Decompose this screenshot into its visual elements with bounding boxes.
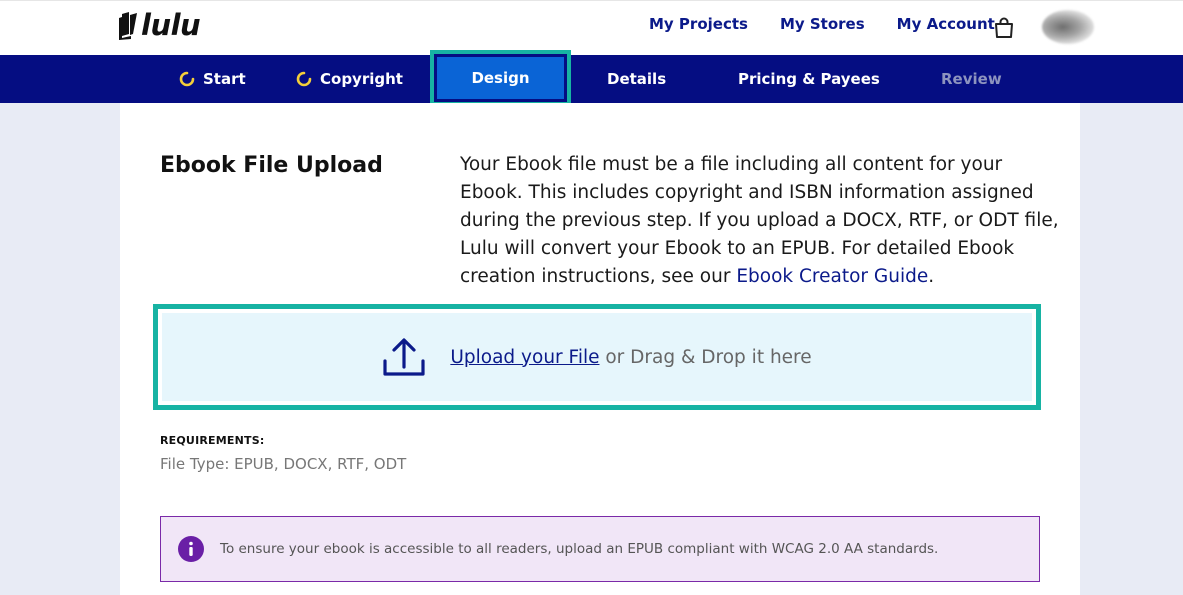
step-copyright[interactable]: Copyright <box>296 55 403 103</box>
requirements-label: REQUIREMENTS: <box>160 434 265 447</box>
upload-icon <box>383 338 425 376</box>
step-design[interactable]: Design <box>437 57 564 99</box>
top-nav: My Projects My Stores My Account <box>649 15 1027 33</box>
dropzone-text: Upload your File or Drag & Drop it here <box>450 347 811 368</box>
description-end: . <box>928 266 935 287</box>
step-label: Review <box>941 70 1002 88</box>
file-dropzone[interactable]: Upload your File or Drag & Drop it here <box>162 313 1032 401</box>
step-label: Pricing & Payees <box>738 70 880 88</box>
nav-my-account[interactable]: My Account <box>897 15 995 33</box>
step-review: Review <box>941 55 1002 103</box>
in-progress-icon <box>179 71 195 87</box>
shopping-bag-icon[interactable] <box>992 16 1016 40</box>
lulu-logo[interactable]: lulu <box>118 8 201 42</box>
ebook-creator-guide-link[interactable]: Ebook Creator Guide <box>736 266 928 287</box>
logo-text: lulu <box>141 8 201 42</box>
nav-my-projects[interactable]: My Projects <box>649 15 748 33</box>
step-design-highlight: Design <box>430 50 571 106</box>
accessibility-info-banner: To ensure your ebook is accessible to al… <box>160 516 1040 582</box>
step-start[interactable]: Start <box>179 55 246 103</box>
section-title: Ebook File Upload <box>160 153 383 178</box>
step-label: Design <box>471 69 530 87</box>
main-card: Ebook File Upload Your Ebook file must b… <box>120 103 1080 595</box>
book-logo-icon <box>119 11 137 40</box>
step-details[interactable]: Details <box>607 55 666 103</box>
info-text: To ensure your ebook is accessible to al… <box>220 541 939 557</box>
step-label: Details <box>607 70 667 88</box>
requirements-file-types: File Type: EPUB, DOCX, RTF, ODT <box>160 455 407 473</box>
top-header: lulu My Projects My Stores My Account <box>0 0 1183 55</box>
upload-file-link[interactable]: Upload your File <box>450 347 599 368</box>
step-label: Copyright <box>320 70 403 88</box>
dropzone-highlight: Upload your File or Drag & Drop it here <box>153 304 1041 410</box>
info-icon <box>178 536 204 562</box>
in-progress-icon <box>296 71 312 87</box>
step-progress-bar: Start Copyright Details Pricing & Payees… <box>0 55 1183 103</box>
nav-my-stores[interactable]: My Stores <box>780 15 865 33</box>
drag-drop-text: or Drag & Drop it here <box>599 346 812 368</box>
user-avatar[interactable] <box>1042 10 1094 44</box>
step-pricing-payees[interactable]: Pricing & Payees <box>738 55 880 103</box>
step-label: Start <box>203 70 246 88</box>
upload-description: Your Ebook file must be a file including… <box>460 151 1060 291</box>
